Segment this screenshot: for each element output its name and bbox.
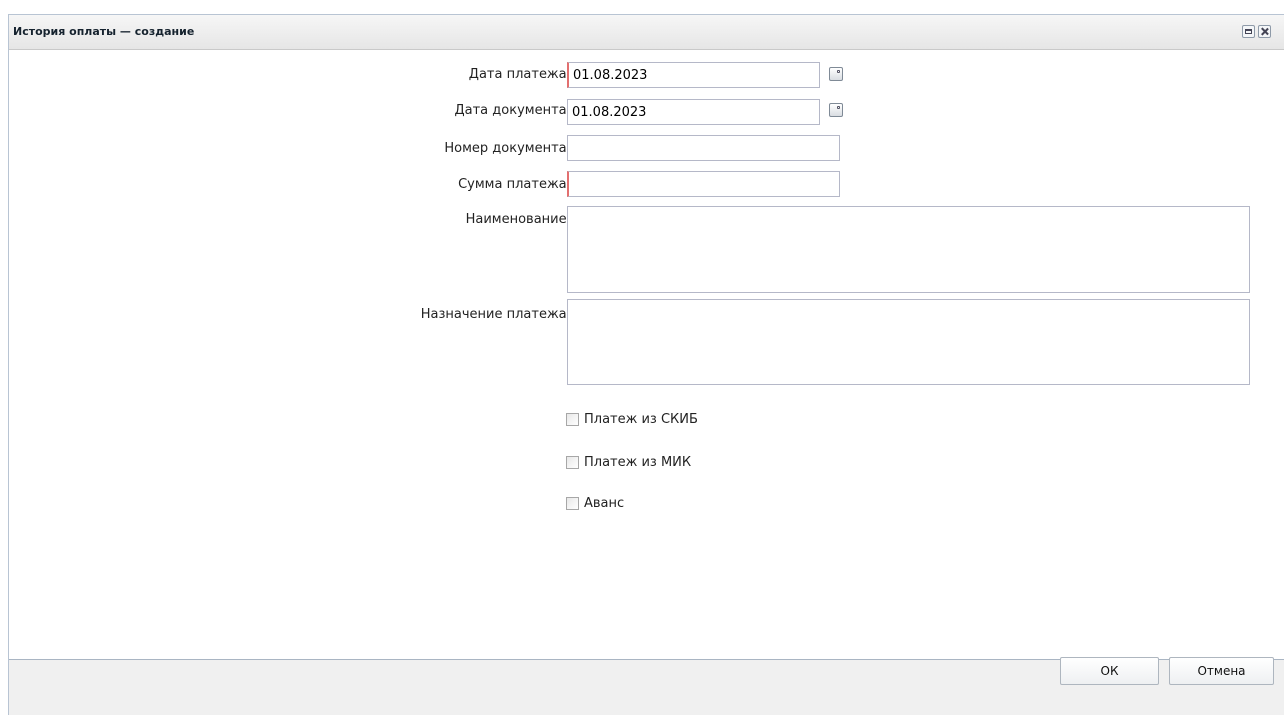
skib-checkbox[interactable] xyxy=(566,413,579,426)
document-date-field[interactable] xyxy=(567,99,820,125)
payment-amount-label: Сумма платежа: xyxy=(458,177,571,192)
payment-date-calendar-icon[interactable] xyxy=(829,67,843,81)
document-date-label: Дата документа: xyxy=(454,103,571,118)
name-field[interactable] xyxy=(567,206,1250,293)
checkbox-row-mik[interactable]: Платеж из МИК xyxy=(566,455,691,470)
payment-date-field[interactable] xyxy=(567,62,820,88)
payment-purpose-label: Назначение платежа: xyxy=(420,307,571,322)
mik-checkbox-label: Платеж из МИК xyxy=(584,455,692,470)
checkbox-row-advance[interactable]: Аванс xyxy=(566,496,624,511)
advance-checkbox[interactable] xyxy=(566,497,579,510)
maximize-icon[interactable] xyxy=(1242,25,1255,38)
document-number-label: Номер документа: xyxy=(444,141,571,156)
advance-checkbox-label: Аванс xyxy=(584,496,625,511)
payment-date-label: Дата платежа: xyxy=(468,67,571,82)
checkbox-row-skib[interactable]: Платеж из СКИБ xyxy=(566,412,698,427)
payment-amount-field[interactable] xyxy=(567,171,840,197)
skib-checkbox-label: Платеж из СКИБ xyxy=(584,412,698,427)
mik-checkbox[interactable] xyxy=(566,456,579,469)
ok-button[interactable]: ОК xyxy=(1060,657,1159,685)
dialog-title: История оплаты — создание xyxy=(13,25,195,38)
document-date-calendar-icon[interactable] xyxy=(829,103,843,117)
close-icon[interactable] xyxy=(1258,25,1271,38)
payment-purpose-field[interactable] xyxy=(567,299,1250,385)
cancel-button[interactable]: Отмена xyxy=(1169,657,1274,685)
title-bar[interactable]: История оплаты — создание xyxy=(9,15,1284,50)
name-label: Наименование: xyxy=(465,212,571,227)
document-number-field[interactable] xyxy=(567,135,840,161)
